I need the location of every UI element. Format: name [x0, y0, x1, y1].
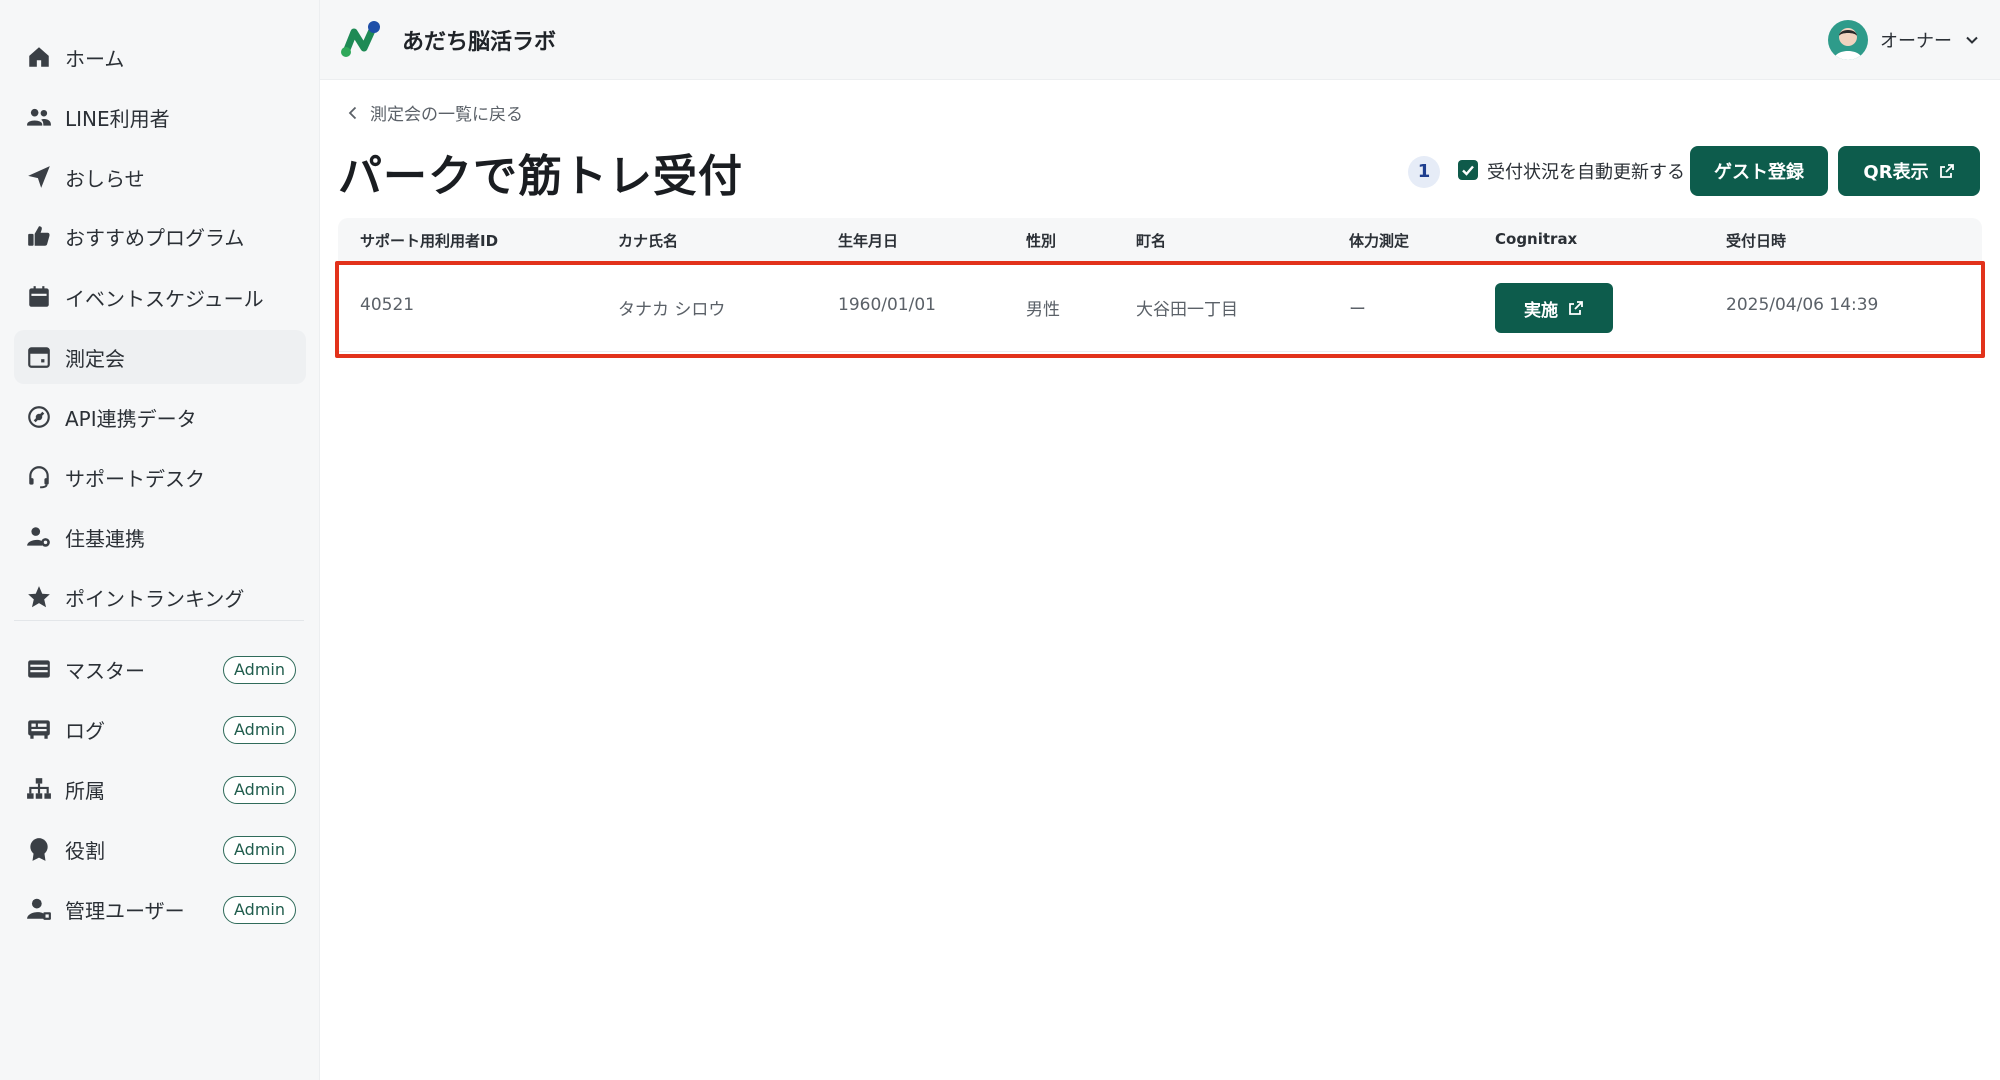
sidebar-item-label: API連携データ	[65, 406, 197, 431]
back-link-label: 測定会の一覧に戻る	[370, 105, 523, 125]
sidebar-item-resident-link[interactable]: 住基連携	[14, 510, 306, 564]
sidebar-item-log[interactable]: ログ Admin	[14, 702, 306, 756]
log-icon	[24, 714, 54, 744]
sidebar-item-label: 管理ユーザー	[65, 898, 185, 923]
home-icon	[24, 42, 54, 72]
brand-logo-icon[interactable]	[338, 18, 382, 62]
column-header-kana: カナ氏名	[618, 232, 679, 250]
column-header-gender: 性別	[1026, 232, 1057, 250]
calendar-icon	[24, 282, 54, 312]
user-name: オーナー	[1880, 31, 1952, 52]
guest-register-label: ゲスト登録	[1714, 162, 1804, 183]
avatar	[1828, 20, 1868, 60]
user-admin-icon	[24, 894, 54, 924]
calendar-blank-icon	[24, 342, 54, 372]
column-header-cognitrax: Cognitrax	[1495, 230, 1578, 248]
sidebar-item-label: ログ	[65, 718, 105, 743]
cognitrax-execute-button[interactable]: 実施	[1495, 283, 1613, 333]
auto-update-checkbox[interactable]	[1458, 160, 1478, 180]
cell-received-at: 2025/04/06 14:39	[1726, 295, 1879, 315]
external-link-icon	[1569, 301, 1583, 315]
sidebar-item-label: おしらせ	[65, 166, 145, 191]
send-icon	[24, 162, 54, 192]
sidebar-item-line-users[interactable]: LINE利用者	[14, 90, 306, 144]
guest-register-button[interactable]: ゲスト登録	[1690, 146, 1828, 196]
qr-display-button[interactable]: QR表示	[1838, 146, 1980, 196]
top-header: あだち脳活ラボ オーナー	[320, 0, 2000, 80]
plug-icon	[24, 402, 54, 432]
cell-birth: 1960/01/01	[838, 295, 936, 315]
admin-badge: Admin	[223, 836, 296, 864]
sidebar-item-roles[interactable]: 役割 Admin	[14, 822, 306, 876]
sidebar-item-master[interactable]: マスター Admin	[14, 642, 306, 696]
sidebar-item-home[interactable]: ホーム	[14, 30, 306, 84]
column-header-received-at: 受付日時	[1726, 232, 1787, 250]
admin-badge: Admin	[223, 776, 296, 804]
cell-town: 大谷田一丁目	[1136, 300, 1238, 320]
chevron-left-icon	[348, 106, 357, 119]
sidebar-item-measurement[interactable]: 測定会	[14, 330, 306, 384]
sidebar-item-label: ホーム	[65, 46, 125, 71]
check-icon	[1462, 165, 1474, 176]
sidebar-item-label: おすすめプログラム	[65, 225, 245, 250]
award-icon	[24, 834, 54, 864]
auto-update-label[interactable]: 受付状況を自動更新する	[1487, 158, 1685, 184]
sidebar-item-label: サポートデスク	[65, 466, 205, 491]
cell-gender: 男性	[1026, 300, 1060, 320]
column-header-town: 町名	[1136, 232, 1167, 250]
cell-fitness: ー	[1349, 300, 1366, 320]
star-icon	[24, 582, 54, 612]
page-title: パークで筋トレ受付	[338, 151, 743, 202]
sidebar-item-label: 所属	[65, 778, 105, 803]
sidebar-item-label: 役割	[65, 838, 105, 863]
sidebar-item-notices[interactable]: おしらせ	[14, 150, 306, 204]
chevron-down-icon	[1966, 36, 1978, 44]
thumbs-up-icon	[24, 221, 54, 251]
cell-kana: タナカ シロウ	[618, 300, 726, 320]
sidebar-item-events[interactable]: イベントスケジュール	[14, 270, 306, 324]
table-header: サポート用利用者ID カナ氏名 生年月日 性別 町名 体力測定 Cognitra…	[338, 218, 1982, 262]
cell-id: 40521	[360, 295, 415, 315]
table-row[interactable]: 40521 タナカ シロウ 1960/01/01 男性 大谷田一丁目 ー 実施 …	[338, 262, 1982, 352]
sidebar-item-label: イベントスケジュール	[65, 286, 264, 311]
user-menu[interactable]: オーナー	[1828, 18, 1980, 62]
reception-count-badge: 1	[1408, 156, 1440, 188]
cognitrax-execute-label: 実施	[1524, 300, 1558, 321]
org-chart-icon	[24, 774, 54, 804]
column-header-fitness: 体力測定	[1349, 232, 1410, 250]
sidebar-item-label: ポイントランキング	[65, 586, 245, 611]
sidebar-item-programs[interactable]: おすすめプログラム	[14, 209, 306, 263]
sidebar-item-label: LINE利用者	[65, 106, 170, 131]
column-header-id: サポート用利用者ID	[360, 232, 499, 250]
sidebar-item-api-data[interactable]: API連携データ	[14, 390, 306, 444]
sidebar-divider	[14, 620, 304, 621]
admin-badge: Admin	[223, 716, 296, 744]
users-icon	[24, 102, 54, 132]
user-gear-icon	[24, 522, 54, 552]
brand-name: あだち脳活ラボ	[402, 30, 557, 55]
sidebar-item-ranking[interactable]: ポイントランキング	[14, 570, 306, 624]
sidebar-item-label: マスター	[65, 658, 145, 683]
sidebar-item-admin-users[interactable]: 管理ユーザー Admin	[14, 882, 306, 936]
sidebar-item-label: 住基連携	[65, 526, 145, 551]
external-link-icon	[1939, 164, 1954, 178]
sidebar-item-affiliation[interactable]: 所属 Admin	[14, 762, 306, 816]
sidebar: ホーム LINE利用者 おしらせ おすすめプログラム イベントスケジュール 測定…	[0, 0, 320, 1080]
admin-badge: Admin	[223, 656, 296, 684]
column-header-birth: 生年月日	[838, 232, 899, 250]
admin-badge: Admin	[223, 896, 296, 924]
database-icon	[24, 654, 54, 684]
headset-icon	[24, 462, 54, 492]
back-link[interactable]: 測定会の一覧に戻る	[344, 100, 523, 125]
qr-display-label: QR表示	[1863, 162, 1929, 183]
sidebar-item-label: 測定会	[65, 346, 125, 371]
sidebar-item-support[interactable]: サポートデスク	[14, 450, 306, 504]
